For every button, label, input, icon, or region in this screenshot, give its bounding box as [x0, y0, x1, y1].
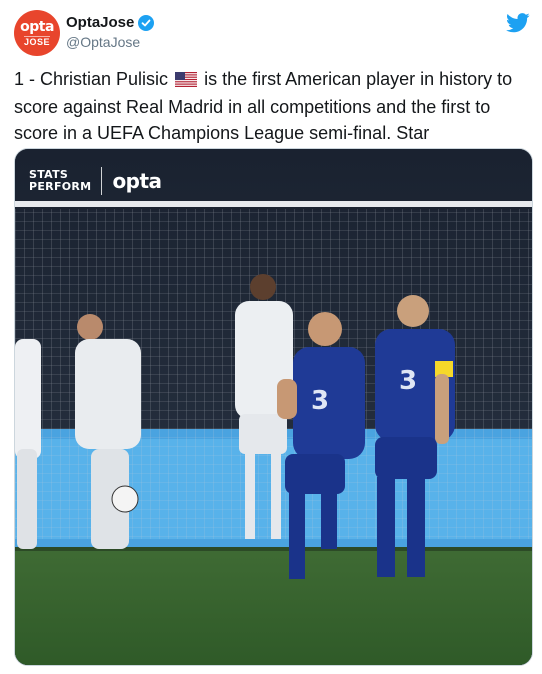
tweet-text-start: 1 - Christian Pulisic — [14, 69, 169, 89]
avatar-brand: opta — [20, 18, 54, 35]
avatar[interactable]: opta JOSE — [14, 10, 60, 56]
display-name[interactable]: OptaJose — [66, 14, 134, 31]
svg-text:3: 3 — [311, 386, 329, 416]
svg-text:3: 3 — [399, 366, 417, 396]
watermark-left: STATS PERFORM — [29, 168, 92, 193]
us-flag-icon — [175, 68, 198, 94]
avatar-sub: JOSE — [23, 35, 50, 47]
stats-perform-watermark: STATS PERFORM opta — [29, 167, 162, 195]
match-photo: 3 3 — [15, 149, 532, 665]
tweet-media-photo[interactable]: 3 3 STATS PERFORM opta — [14, 148, 533, 666]
watermark-divider — [101, 167, 103, 195]
user-handle[interactable]: @OptaJose — [66, 34, 140, 50]
watermark-right: opta — [112, 169, 162, 193]
tweet-card: opta JOSE OptaJose @OptaJose 1 - Christi… — [0, 0, 542, 674]
verified-badge-icon — [138, 14, 155, 31]
twitter-bird-icon[interactable] — [506, 12, 530, 34]
tweet-text: 1 - Christian Pulisic is the first Ameri… — [14, 66, 530, 146]
name-row: OptaJose — [66, 14, 155, 31]
